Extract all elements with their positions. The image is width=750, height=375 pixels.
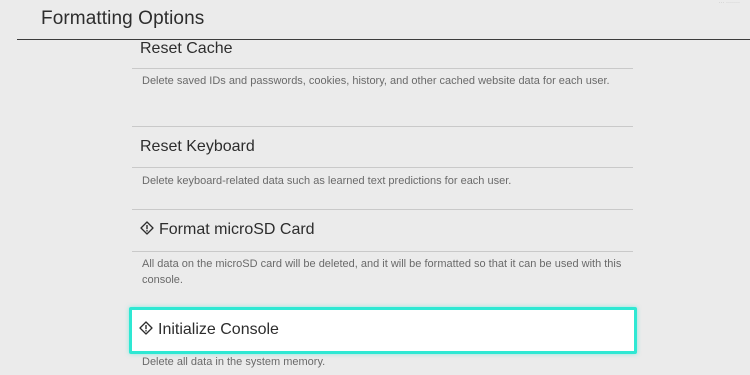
option-title: Initialize Console — [158, 321, 279, 338]
header-corner-text: ··· ······· — [718, 0, 740, 6]
option-title: Reset Keyboard — [140, 138, 255, 155]
option-description: Delete saved IDs and passwords, cookies,… — [142, 75, 610, 87]
divider — [132, 167, 633, 168]
option-reset-keyboard[interactable]: Reset Keyboard — [140, 138, 255, 156]
option-title-row: Initialize Console — [139, 321, 279, 339]
option-description: All data on the microSD card will be del… — [142, 258, 622, 286]
warning-diamond-icon — [140, 221, 154, 235]
option-description: Delete all data in the system memory. — [142, 356, 326, 368]
option-title: Format microSD Card — [159, 221, 315, 238]
warning-diamond-icon — [139, 321, 153, 335]
option-format-microsd[interactable]: Format microSD Card — [140, 221, 315, 239]
divider — [132, 68, 633, 69]
divider — [132, 126, 633, 127]
option-reset-cache[interactable]: Reset Cache — [140, 40, 233, 58]
divider — [132, 251, 633, 252]
option-initialize-console[interactable]: Initialize Console — [129, 307, 637, 354]
header-divider — [17, 39, 750, 40]
page-title: Formatting Options — [41, 8, 205, 29]
option-title: Reset Cache — [140, 40, 233, 57]
divider — [132, 209, 633, 210]
header: Formatting Options ··· ······· — [0, 0, 750, 40]
option-description: Delete keyboard-related data such as lea… — [142, 175, 512, 187]
